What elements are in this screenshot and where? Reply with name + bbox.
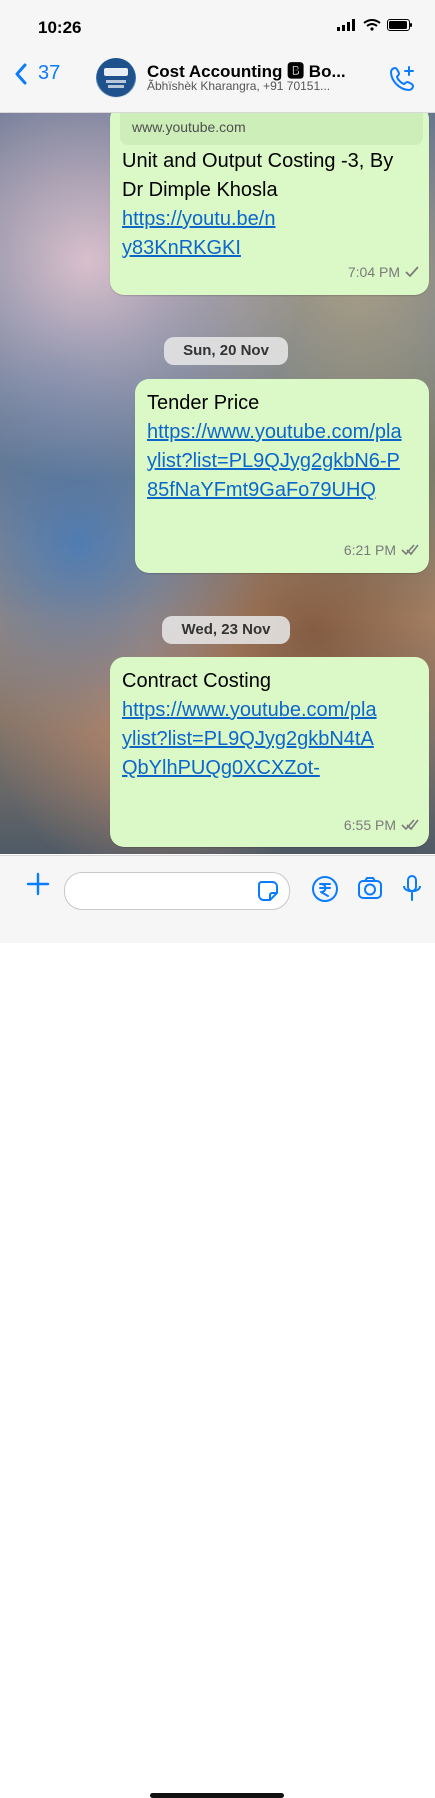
status-icons <box>337 19 413 31</box>
payment-button[interactable] <box>310 874 340 909</box>
double-check-icon <box>401 819 419 831</box>
message-body: Unit and Output Costing -3, By Dr Dimple… <box>122 150 394 201</box>
message-body: Contract Costing <box>122 670 271 692</box>
message-bubble[interactable]: www.youtube.com Unit and Output Costing … <box>110 113 429 295</box>
message-composer <box>0 855 435 1798</box>
chat-header: 37 Cost Accounting 🅱 Bo... Ãbhïshèk Khar… <box>0 48 435 113</box>
message-text: Contract Costing https://www.youtube.com… <box>122 667 384 783</box>
camera-icon <box>358 877 382 899</box>
message-link[interactable]: https://www.youtube.com/playlist?list=PL… <box>147 418 409 505</box>
date-divider: Wed, 23 Nov <box>162 616 290 644</box>
status-time: 10:26 <box>38 18 82 37</box>
message-text: Tender Price https://www.youtube.com/pla… <box>147 389 417 505</box>
cost-accounting-logo-icon <box>97 59 135 97</box>
phone-plus-icon <box>389 66 415 92</box>
message-body: Tender Price <box>147 392 260 414</box>
link-preview-domain: www.youtube.com <box>132 119 246 135</box>
status-bar: 10:26 <box>0 0 435 48</box>
unread-count: 37 <box>38 62 61 84</box>
message-time: 6:21 PM <box>343 542 396 558</box>
signal-icon <box>337 19 355 31</box>
message-link[interactable]: https://youtu.be/ny83KnRKGKI <box>122 205 282 263</box>
date-divider: Sun, 20 Nov <box>164 337 288 365</box>
message-meta: 6:55 PM <box>344 817 419 833</box>
message-time: 6:55 PM <box>343 817 396 833</box>
chevron-left-icon <box>15 63 27 84</box>
rupee-icon <box>312 876 338 902</box>
message-input-wrapper[interactable] <box>64 872 290 911</box>
sticker-icon[interactable] <box>257 880 279 902</box>
battery-icon <box>387 19 412 31</box>
double-check-icon <box>401 544 419 556</box>
mic-icon <box>403 875 421 901</box>
message-link[interactable]: https://www.youtube.com/playlist?list=PL… <box>122 696 384 783</box>
voice-button[interactable] <box>400 873 424 910</box>
message-input[interactable] <box>79 873 253 911</box>
message-bubble[interactable]: Tender Price https://www.youtube.com/pla… <box>135 379 429 573</box>
message-meta: 7:04 PM <box>348 264 419 280</box>
camera-button[interactable] <box>355 874 385 909</box>
home-indicator <box>150 1793 284 1798</box>
link-preview[interactable]: www.youtube.com <box>120 113 423 145</box>
single-check-icon <box>405 266 419 278</box>
back-button[interactable]: 37 <box>14 62 60 85</box>
chat-area[interactable]: www.youtube.com Unit and Output Costing … <box>0 113 435 854</box>
message-time: 7:04 PM <box>347 264 400 280</box>
chat-participants[interactable]: Ãbhïshèk Kharangra, +91 70151... <box>147 79 372 93</box>
call-add-button[interactable] <box>389 64 417 97</box>
message-bubble[interactable]: Contract Costing https://www.youtube.com… <box>110 657 429 847</box>
message-meta: 6:21 PM <box>344 542 419 558</box>
group-avatar[interactable] <box>96 58 136 98</box>
attach-button[interactable] <box>26 872 50 901</box>
plus-icon <box>26 872 50 896</box>
wifi-icon <box>363 19 381 31</box>
message-text: Unit and Output Costing -3, By Dr Dimple… <box>122 147 414 263</box>
